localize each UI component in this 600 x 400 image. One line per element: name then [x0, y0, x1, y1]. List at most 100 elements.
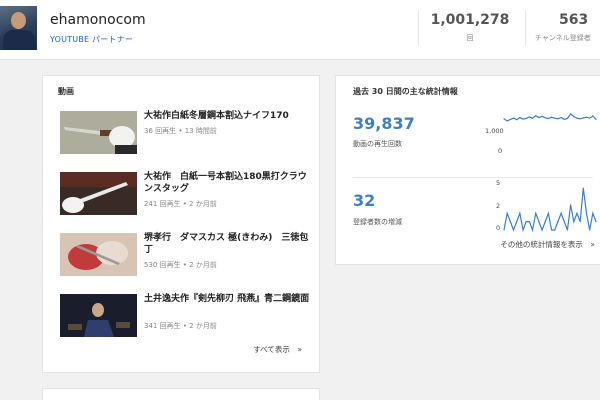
total-views-value: 1,001,278 — [430, 12, 510, 28]
views-sparkline-point — [519, 116, 521, 119]
subs-sparkline-line — [503, 188, 597, 232]
subs-sparkline-point — [538, 221, 540, 223]
subs-sparkline — [503, 187, 597, 232]
avatar-face — [11, 12, 26, 29]
video-meta: 241 回再生 • 2 か月前 — [144, 200, 217, 208]
subs-sparkline-point — [512, 229, 515, 231]
subs-sparkline-point — [547, 212, 550, 214]
views-30d-label: 動画の再生回数 — [353, 140, 402, 148]
subs-sparkline-point — [585, 212, 588, 214]
header-divider — [525, 10, 526, 46]
views-sparkline-point — [582, 117, 584, 119]
views-sparkline-point — [550, 116, 553, 118]
thumbnail-image — [60, 233, 137, 276]
video-thumbnail[interactable] — [60, 233, 137, 276]
video-title[interactable]: 堺孝行 ダマスカス 極(きわみ) 三徳包丁 — [144, 232, 314, 256]
views-sparkline-point — [554, 117, 556, 119]
subs-axis-bottom: 0 — [496, 224, 501, 232]
subs-sparkline-point — [560, 212, 562, 214]
subs-sparkline-point — [592, 212, 594, 214]
subs-sparkline-point — [531, 229, 534, 231]
views-sparkline-point — [541, 115, 543, 117]
subs-sparkline-point — [522, 229, 524, 231]
subs-sparkline-point — [566, 229, 569, 231]
subs-sparkline-point — [576, 212, 578, 214]
stats-separator — [353, 177, 593, 178]
subs-sparkline-point — [525, 221, 527, 223]
subs-sparkline-point — [589, 229, 591, 231]
videos-title: 動画 — [58, 87, 74, 96]
views-sparkline-point — [579, 118, 581, 120]
subs-sparkline-point — [544, 221, 546, 223]
video-thumbnail[interactable] — [60, 111, 137, 154]
views-sparkline-point — [560, 116, 562, 119]
views-sparkline-point — [566, 117, 569, 120]
views-sparkline-point — [528, 116, 530, 118]
views-sparkline-point — [522, 118, 524, 120]
views-sparkline-point — [547, 117, 550, 120]
channel-avatar[interactable] — [0, 6, 37, 50]
views-sparkline-point — [509, 118, 511, 120]
views-sparkline-point — [525, 117, 527, 120]
thumbnail-image — [60, 172, 137, 215]
views-sparkline-point — [576, 117, 578, 119]
subs-sparkline-point — [541, 229, 543, 231]
video-thumbnail[interactable] — [60, 294, 137, 337]
views-sparkline-point — [544, 117, 546, 119]
subs-axis-mid: 2 — [496, 202, 501, 210]
subs-sparkline-point — [579, 221, 581, 223]
subscribers-stat: 563 チャンネル登録者 — [535, 12, 600, 43]
subs-30d-label: 登録者数の増減 — [353, 218, 402, 226]
views-sparkline-point — [506, 120, 508, 122]
video-meta: 530 回再生 • 2 か月前 — [144, 261, 217, 269]
video-item[interactable]: 堺孝行 ダマスカス 極(きわみ) 三徳包丁 530 回再生 • 2 か月前 — [60, 233, 310, 279]
video-item[interactable]: 大祐作白紙冬層鋼本割込ナイフ170 36 回再生 • 13 時間前 — [60, 111, 310, 157]
header-divider — [418, 10, 419, 46]
video-title[interactable]: 土井逸夫作『剣先柳刃 飛燕』青二鋼鏡面 — [144, 293, 314, 305]
views-sparkline-point — [563, 118, 565, 120]
views-sparkline-point — [503, 118, 505, 120]
subs-sparkline-point — [528, 221, 530, 223]
subs-sparkline-point — [535, 212, 537, 214]
subs-sparkline-point — [509, 221, 511, 223]
channel-name[interactable]: ehamonocom — [50, 12, 146, 28]
thumbnail-image — [60, 294, 137, 337]
subs-sparkline-point — [550, 229, 553, 231]
views-sparkline-point — [538, 116, 540, 119]
subs-sparkline-point — [503, 229, 505, 231]
total-views-label: 回 — [466, 34, 474, 42]
subs-axis-top: 5 — [496, 179, 501, 187]
subs-sparkline-point — [506, 212, 508, 214]
views-sparkline-point — [512, 117, 515, 119]
subs-sparkline-point — [570, 204, 572, 206]
subs-sparkline-point — [557, 221, 559, 223]
video-title[interactable]: 大祐作白紙冬層鋼本割込ナイフ170 — [144, 110, 314, 122]
video-title[interactable]: 大祐作 白紙一号本割込180黒打クラウンスタッグ — [144, 171, 314, 195]
subs-sparkline-point — [516, 221, 518, 223]
video-item[interactable]: 大祐作 白紙一号本割込180黒打クラウンスタッグ 241 回再生 • 2 か月前 — [60, 172, 310, 218]
views-axis-top: 1,000 — [485, 127, 504, 135]
stats-card: 過去 30 日間の主な統計情報 39,837 動画の再生回数 1,000 0 3… — [335, 75, 600, 265]
thumbnail-image — [60, 111, 137, 154]
views-sparkline — [503, 112, 597, 122]
views-sparkline-point — [516, 119, 518, 121]
views-sparkline-point — [557, 118, 559, 120]
video-thumbnail[interactable] — [60, 172, 137, 215]
views-sparkline-point — [531, 117, 534, 119]
video-item[interactable]: 土井逸夫作『剣先柳刃 飛燕』青二鋼鏡面 341 回再生 • 2 か月前 — [60, 294, 310, 340]
subs-sparkline-point — [582, 187, 584, 189]
subs-sparkline-point — [595, 221, 597, 223]
channel-header: ehamonocom YOUTUBE パートナー 1,001,278 回 563… — [0, 0, 600, 60]
more-stats-link[interactable]: その他の統計情報を表示 » — [500, 239, 595, 250]
avatar-body — [3, 30, 35, 50]
views-sparkline-point — [573, 116, 575, 118]
total-views-stat: 1,001,278 回 — [430, 12, 510, 43]
partner-badge: YOUTUBE パートナー — [50, 35, 134, 44]
videos-card: 動画 大祐作白紙冬層鋼本割込ナイフ170 36 回再生 • 13 時間前 大祐作… — [42, 75, 320, 373]
views-sparkline-point — [592, 115, 594, 117]
video-meta: 36 回再生 • 13 時間前 — [144, 127, 217, 135]
subs-30d-value: 32 — [353, 191, 376, 210]
subs-sparkline-point — [573, 221, 575, 223]
subscribers-value: 563 — [559, 12, 589, 28]
show-all-link[interactable]: すべて表示 » — [253, 344, 302, 355]
